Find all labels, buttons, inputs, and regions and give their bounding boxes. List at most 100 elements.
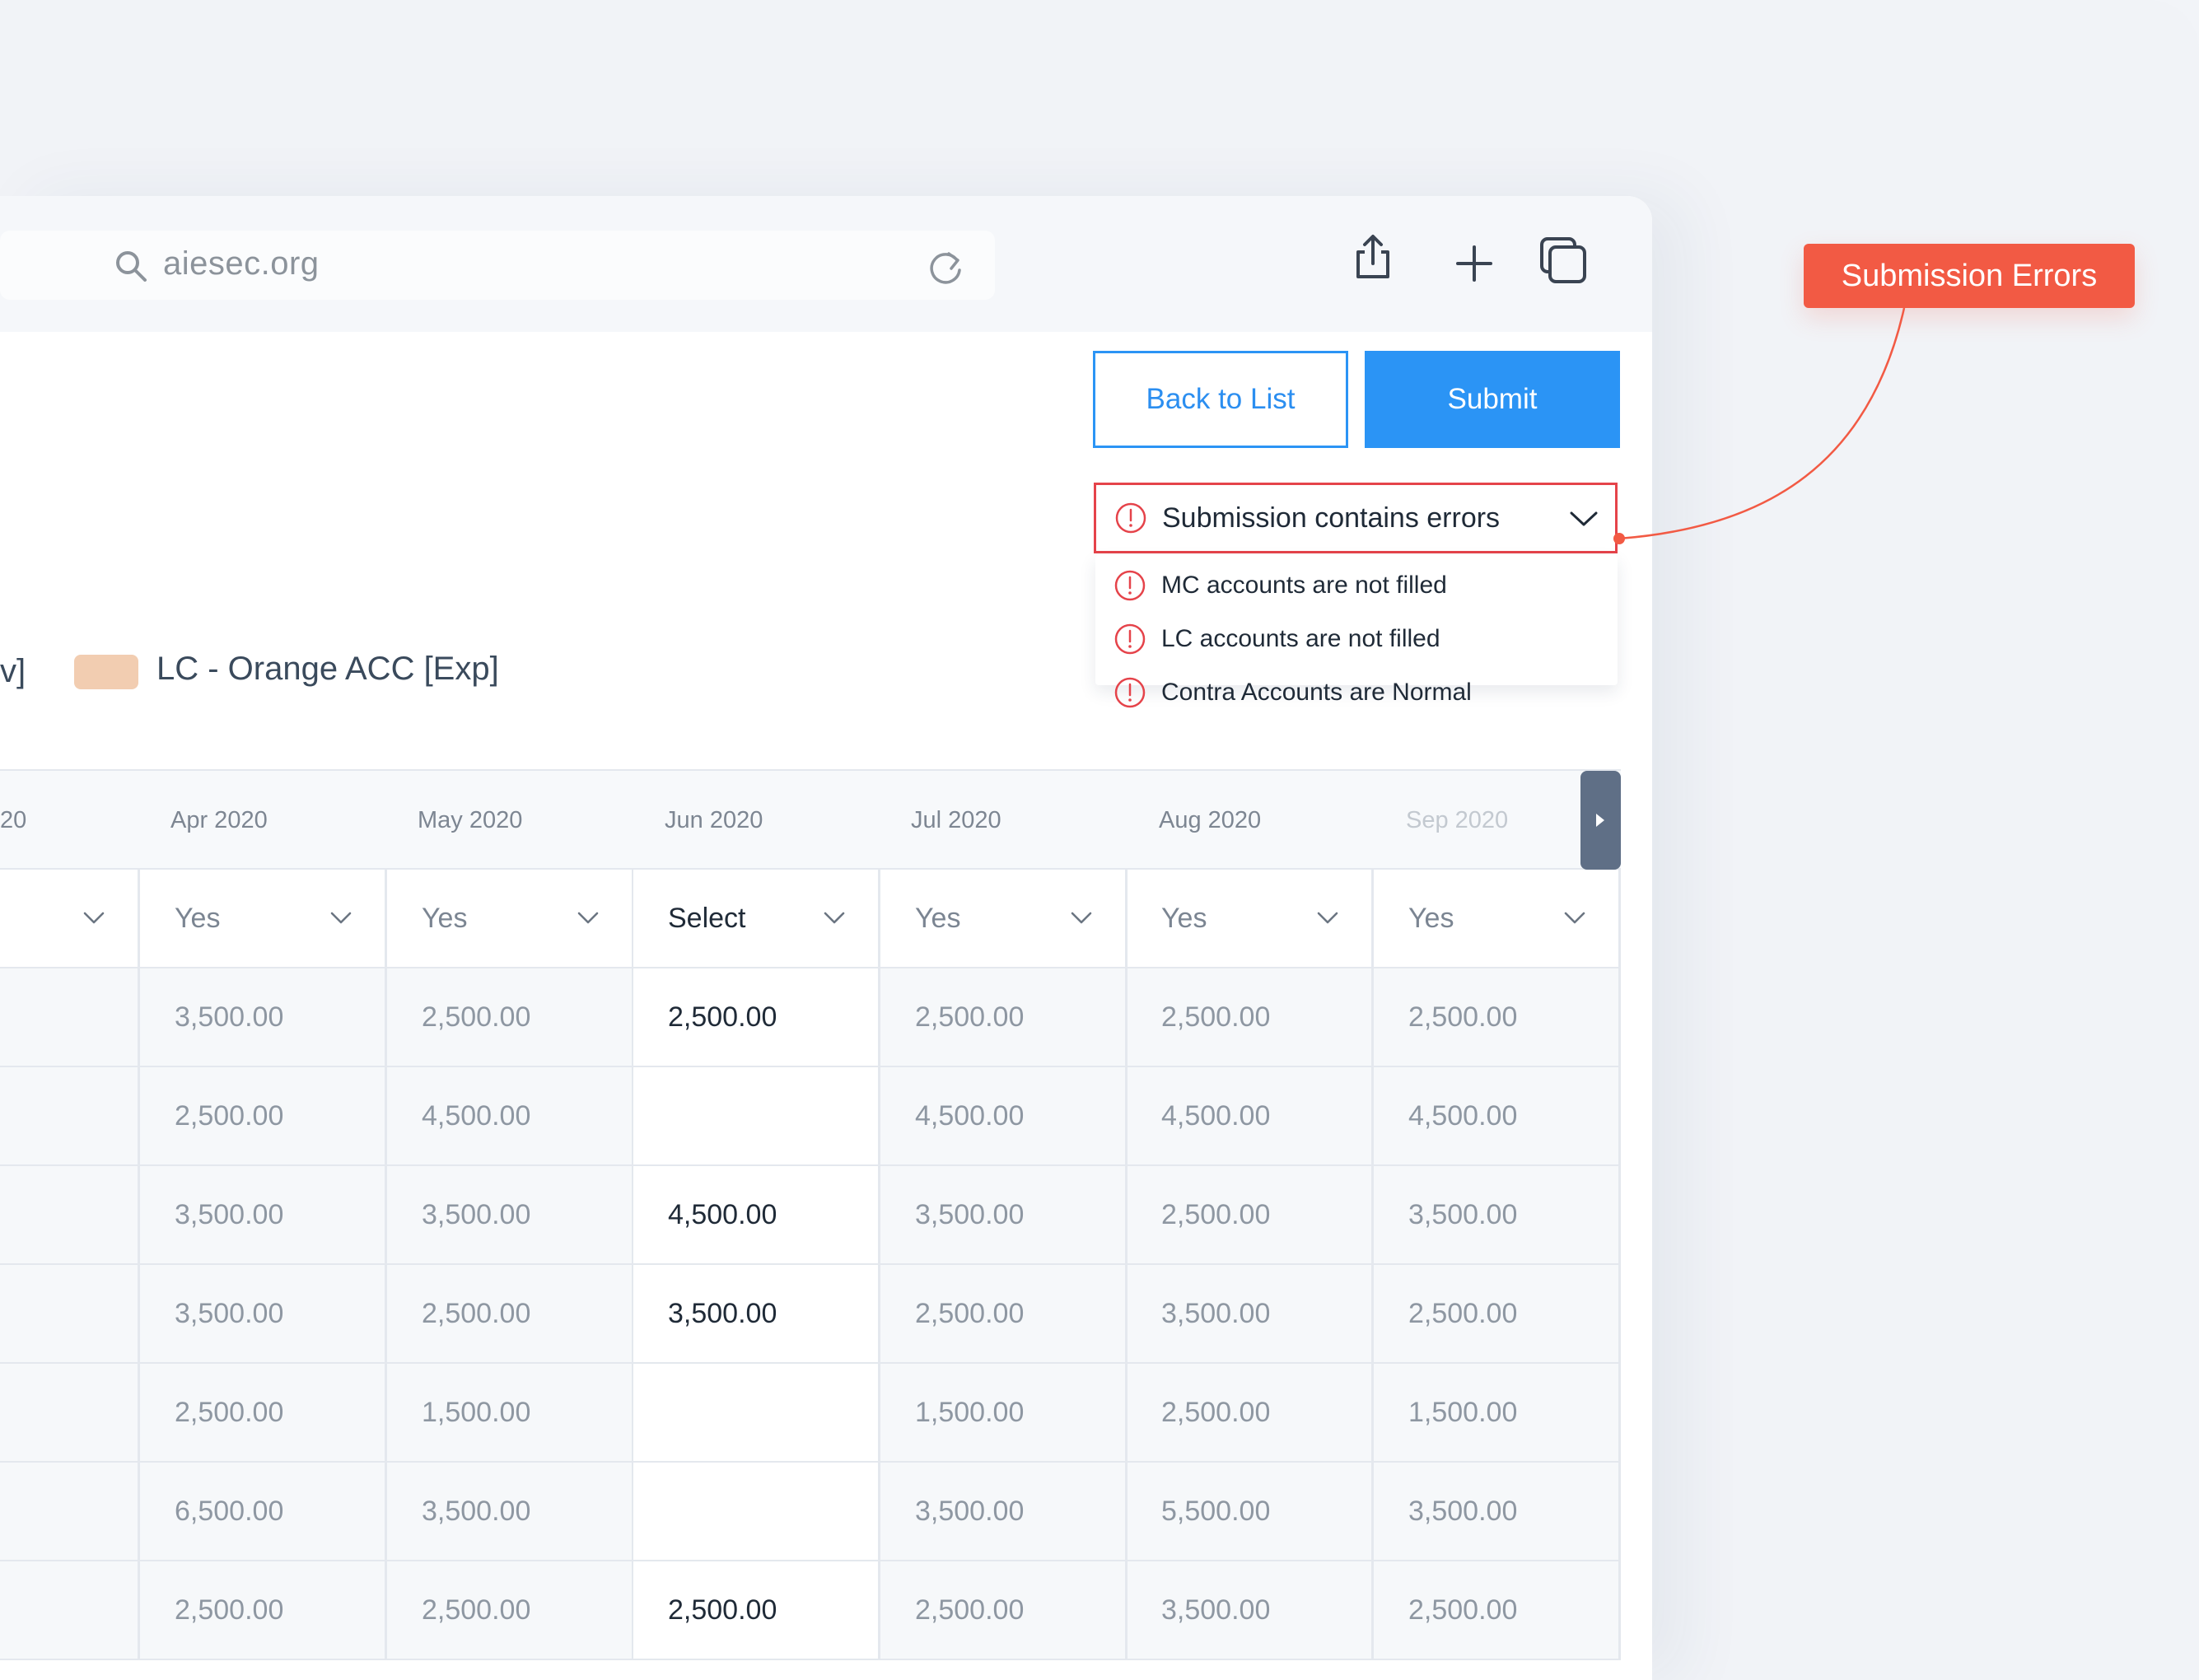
- cell-value: 2,500.00: [175, 1100, 284, 1132]
- table-cell: 2,500.00: [1127, 968, 1374, 1066]
- select-cell[interactable]: Yes: [387, 870, 634, 967]
- table-cell: .00: [0, 1561, 140, 1659]
- select-cell[interactable]: Yes: [1127, 870, 1374, 967]
- table-cell: 3,500.00: [387, 1166, 634, 1263]
- cell-value: 2,500.00: [915, 1001, 1025, 1033]
- browser-toolbar: aiesec.org: [0, 196, 1652, 332]
- error-list: MC accounts are not filled LC accounts a…: [1095, 555, 1618, 708]
- table-cell: 3,500.00: [1127, 1561, 1374, 1659]
- select-cell[interactable]: [0, 870, 140, 967]
- select-value: Yes: [422, 903, 468, 934]
- reload-icon[interactable]: [924, 245, 967, 288]
- column-header: Apr 2020: [170, 807, 268, 833]
- cell-value: 5,500.00: [1161, 1496, 1271, 1527]
- table-cell[interactable]: 4,500.00: [633, 1166, 880, 1263]
- cell-value: 2,500.00: [175, 1397, 284, 1428]
- table-cell: 2,500.00: [1374, 1265, 1621, 1362]
- browser-window: aiesec.org Back to List Submit Submissio…: [0, 196, 1652, 1680]
- select-cell[interactable]: Select: [633, 870, 880, 967]
- error-summary-text: Submission contains errors: [1162, 502, 1501, 534]
- chevron-down-icon: [577, 912, 599, 924]
- cell-value: 2,500.00: [915, 1298, 1025, 1329]
- table-cell: 2,500.00: [140, 1067, 387, 1164]
- table-cell: 5,500.00: [1127, 1463, 1374, 1560]
- table-cell: 3,500.00: [1374, 1166, 1621, 1263]
- cell-value: 2,500.00: [1408, 1001, 1518, 1033]
- table-cell: .00: [0, 1067, 140, 1164]
- cell-value: 2,500.00: [1161, 1199, 1271, 1230]
- cell-value: 3,500.00: [668, 1298, 777, 1329]
- table-cell: 2,500.00: [387, 968, 634, 1066]
- table-cell[interactable]: [633, 1463, 880, 1560]
- cell-value: 4,500.00: [1161, 1100, 1271, 1132]
- table-cell[interactable]: [633, 1067, 880, 1164]
- select-value: Yes: [1161, 903, 1207, 934]
- cell-value: 2,500.00: [1408, 1594, 1518, 1626]
- cell-value: 2,500.00: [668, 1594, 777, 1626]
- table-cell: 3,500.00: [880, 1166, 1128, 1263]
- error-item: LC accounts are not filled: [1095, 615, 1440, 663]
- column-header: Jul 2020: [911, 807, 1001, 833]
- error-summary-dropdown[interactable]: Submission contains errors: [1094, 483, 1618, 553]
- new-tab-icon[interactable]: [1450, 239, 1499, 288]
- table-cell: 3,500.00: [140, 1166, 387, 1263]
- table-row: .00 2,500.00 1,500.00 1,500.00 2,500.00 1,500…: [0, 1364, 1621, 1463]
- tabs-icon[interactable]: [1538, 236, 1588, 285]
- cell-value: 4,500.00: [915, 1100, 1025, 1132]
- table-cell: 2,500.00: [140, 1364, 387, 1461]
- submission-errors-callout: Submission Errors: [1804, 244, 2135, 308]
- chevron-down-icon: [1570, 511, 1598, 526]
- cell-value: 4,500.00: [1408, 1100, 1518, 1132]
- select-cell[interactable]: Yes: [880, 870, 1128, 967]
- chevron-down-icon: [83, 912, 105, 924]
- cell-value: 2,500.00: [175, 1594, 284, 1626]
- table-cell: 2,500.00: [387, 1265, 634, 1362]
- table-cell: 3,500.00: [880, 1463, 1128, 1560]
- submit-button[interactable]: Submit: [1365, 351, 1620, 448]
- select-cell[interactable]: Yes: [1374, 870, 1621, 967]
- canvas: aiesec.org Back to List Submit Submissio…: [0, 0, 2199, 1680]
- error-icon: [1114, 570, 1146, 601]
- chevron-down-icon: [824, 912, 845, 924]
- table-cell: .00: [0, 1364, 140, 1461]
- table-cell: 2,500.00: [880, 968, 1128, 1066]
- table-cell: 3,500.00: [1374, 1463, 1621, 1560]
- table-cell: .00: [0, 1265, 140, 1362]
- address-bar[interactable]: aiesec.org: [0, 231, 995, 300]
- cell-value: 4,500.00: [668, 1199, 777, 1230]
- table-cell[interactable]: [633, 1364, 880, 1461]
- table-cell: 6,500.00: [140, 1463, 387, 1560]
- table-cell: 1,500.00: [880, 1364, 1128, 1461]
- cell-value: 3,500.00: [175, 1298, 284, 1329]
- table-cell: 4,500.00: [1127, 1067, 1374, 1164]
- select-value: Yes: [175, 903, 221, 934]
- cell-value: 2,500.00: [1161, 1001, 1271, 1033]
- back-to-list-button[interactable]: Back to List: [1093, 351, 1348, 448]
- table-cell[interactable]: 2,500.00: [633, 968, 880, 1066]
- cell-value: 3,500.00: [1408, 1199, 1518, 1230]
- column-header: Sep 2020: [1406, 807, 1509, 833]
- cell-value: 3,500.00: [422, 1199, 531, 1230]
- cell-value: 2,500.00: [422, 1298, 531, 1329]
- cell-value: 3,500.00: [175, 1001, 284, 1033]
- cell-value: 2,500.00: [1408, 1298, 1518, 1329]
- cell-value: 3,500.00: [1408, 1496, 1518, 1527]
- table-cell: 2,500.00: [1127, 1364, 1374, 1461]
- legend-label-partial: v]: [0, 653, 26, 689]
- cell-value: 2,500.00: [422, 1001, 531, 1033]
- table-cell[interactable]: 2,500.00: [633, 1561, 880, 1659]
- share-icon[interactable]: [1348, 232, 1398, 282]
- table-cell: 4,500.00: [880, 1067, 1128, 1164]
- cell-value: 2,500.00: [1161, 1397, 1271, 1428]
- error-item: Contra Accounts are Normal: [1095, 669, 1472, 716]
- table-cell: 1,500.00: [1374, 1364, 1621, 1461]
- error-item: MC accounts are not filled: [1095, 562, 1447, 609]
- scroll-right-button[interactable]: [1580, 771, 1621, 870]
- table-cell[interactable]: 3,500.00: [633, 1265, 880, 1362]
- cell-value: 2,500.00: [422, 1594, 531, 1626]
- cell-value: 1,500.00: [422, 1397, 531, 1428]
- table-cell: 4,500.00: [387, 1067, 634, 1164]
- data-table: 20 Apr 2020 May 2020 Jun 2020 Jul 2020 A…: [0, 769, 1621, 1680]
- table-header: 20 Apr 2020 May 2020 Jun 2020 Jul 2020 A…: [0, 769, 1621, 870]
- select-cell[interactable]: Yes: [140, 870, 387, 967]
